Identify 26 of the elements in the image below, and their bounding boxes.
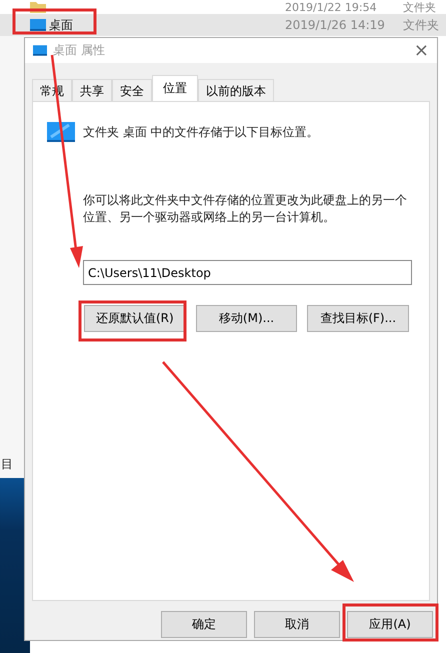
monitor-icon xyxy=(30,19,46,31)
window-title: 桌面 属性 xyxy=(53,42,106,59)
tab[interactable]: 共享 xyxy=(72,79,112,101)
monitor-icon xyxy=(47,122,75,142)
info-text: 文件夹 桌面 中的文件存储于以下目标位置。 xyxy=(83,124,319,140)
file-name: 桌面 xyxy=(49,16,73,34)
file-type: 文件夹 xyxy=(403,16,439,34)
file-row[interactable]: 桌面 2019/1/26 14:19 文件夹 xyxy=(0,14,446,36)
file-date: 2019/1/22 19:54 xyxy=(285,0,378,14)
tab[interactable]: 位置 xyxy=(152,75,198,101)
file-type: 文件夹 xyxy=(403,0,436,14)
path-field[interactable]: C:\Users\11\Desktop xyxy=(83,260,412,285)
description-text: 你可以将此文件夹中文件存储的位置更改为此硬盘上的另一个位置、另一个驱动器或网络上的另一台计算机。 xyxy=(83,192,408,226)
dialog-button[interactable]: 取消 xyxy=(254,611,340,638)
action-button[interactable]: 还原默认值(R) xyxy=(84,305,186,332)
action-button[interactable]: 移动(M)... xyxy=(196,305,298,332)
dialog-button[interactable]: 应用(A) xyxy=(347,611,433,638)
tab[interactable]: 安全 xyxy=(112,79,152,101)
tab[interactable]: 以前的版本 xyxy=(198,79,274,101)
monitor-icon xyxy=(33,45,47,56)
file-date: 2019/1/26 14:19 xyxy=(285,18,386,32)
sidebar-label: 目 xyxy=(1,456,13,473)
dialog-button[interactable]: 确定 xyxy=(161,611,247,638)
close-button[interactable]: × xyxy=(406,40,437,61)
file-row[interactable]: 2019/1/22 19:54 文件夹 xyxy=(0,0,446,14)
action-button[interactable]: 查找目标(F)... xyxy=(307,305,410,332)
